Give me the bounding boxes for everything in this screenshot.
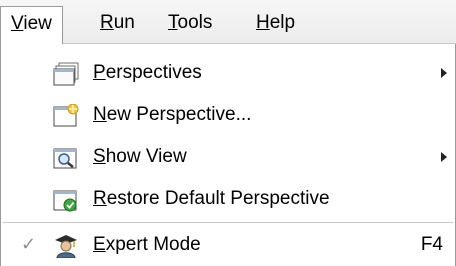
menu-item-expert-mode[interactable]: ✓ Expert Mode F4 [1, 224, 455, 266]
perspectives-icon [53, 62, 79, 86]
menu-item-new-perspective[interactable]: New Perspective... [1, 94, 455, 136]
menu-item-perspectives-label: Perspectives [93, 62, 202, 83]
menu-help-label: elp [269, 12, 296, 33]
submenu-arrow-icon [441, 68, 447, 78]
menu-view[interactable]: View [0, 6, 63, 45]
menu-tools-label: ools [177, 12, 213, 33]
menu-run-label: un [113, 12, 135, 33]
menu-view-label: iew [23, 13, 52, 34]
menu-item-new-perspective-label: New Perspective... [93, 104, 252, 125]
new-perspective-icon [53, 103, 79, 128]
menu-tools-mnemonic: T [168, 12, 178, 33]
menu-run[interactable]: Run [90, 6, 145, 40]
menu-item-restore-default-perspective-label: Restore Default Perspective [93, 188, 330, 209]
accelerator-label: F4 [420, 234, 443, 255]
checkmark-icon: ✓ [21, 234, 37, 254]
restore-perspective-icon [53, 188, 79, 212]
menu-item-show-view[interactable]: Show View [1, 136, 455, 178]
menu-item-show-view-label: Show View [93, 146, 187, 167]
menu-bar: View Run Tools Help [0, 0, 456, 45]
menu-item-perspectives[interactable]: Perspectives [1, 52, 455, 94]
submenu-arrow-icon [441, 152, 447, 162]
menu-item-restore-default-perspective[interactable]: Restore Default Perspective [1, 178, 455, 220]
menu-tools[interactable]: Tools [158, 6, 222, 40]
menu-run-mnemonic: R [100, 12, 114, 33]
menu-help[interactable]: Help [246, 6, 305, 40]
menu-item-expert-mode-label: Expert Mode [93, 234, 201, 255]
view-dropdown-menu: Perspectives New Perspective... Show Vie… [0, 44, 456, 266]
expert-mode-icon [53, 234, 79, 259]
menu-help-mnemonic: H [256, 12, 270, 33]
show-view-icon [53, 146, 79, 170]
menu-view-mnemonic: V [11, 13, 24, 34]
